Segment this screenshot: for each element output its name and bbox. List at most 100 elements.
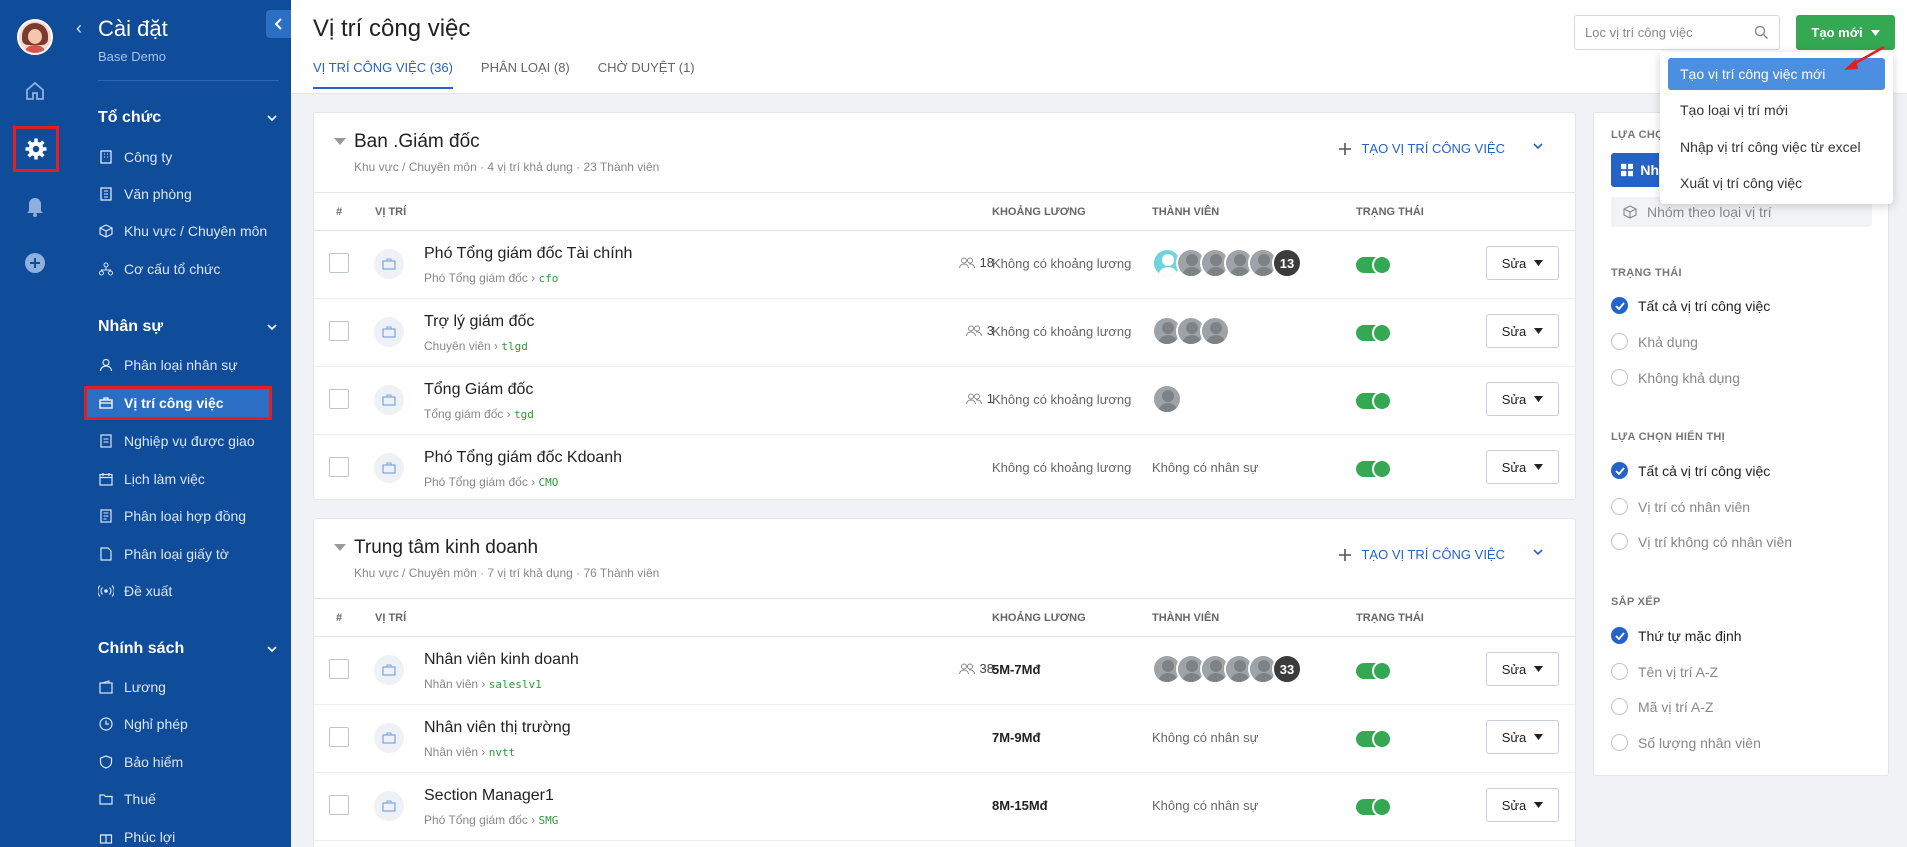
table-header: # VỊ TRÍ KHOẢNG LƯƠNG THÀNH VIÊN TRẠNG T… [314,193,1575,231]
radio-sort-default[interactable]: Thứ tự mặc định [1611,627,1742,644]
collapse-caret-icon[interactable] [334,544,346,552]
radio-sort-code[interactable]: Mã vị trí A-Z [1611,698,1713,715]
collapse-caret-icon[interactable] [334,138,346,146]
menu-item-new-position-type[interactable]: Tạo loại vị trí mới [1668,94,1885,126]
tab-pending[interactable]: CHỜ DUYỆT (1) [598,60,695,89]
back-arrow-icon[interactable]: ‹ [76,18,82,39]
radio-sort-count[interactable]: Số lượng nhân viên [1611,734,1761,751]
chevron-down-icon[interactable] [1533,143,1543,150]
sidebar-item-document-types[interactable]: Phân loại giấy tờ [98,544,229,564]
sidebar-item-staff-types[interactable]: Phân loại nhân sự [98,355,238,375]
sidebar-group-organization[interactable]: Tổ chức [98,109,278,127]
radio-display-without-staff[interactable]: Vị trí không có nhân viên [1611,533,1792,550]
tab-categories[interactable]: PHÂN LOẠI (8) [481,60,570,89]
position-name[interactable]: Trợ lý giám đốc [424,313,534,331]
table-row[interactable]: Section Manager1 Phó Tổng giám đốc › SMG… [314,773,1575,841]
sidebar-item-salary[interactable]: Lương [98,677,166,697]
user-avatar[interactable] [17,19,53,55]
radio-display-all[interactable]: Tất cả vị trí công việc [1611,462,1770,479]
table-row[interactable]: Trợ lý giám đốc Chuyên viên › tlgd 3 Khô… [314,299,1575,367]
member-avatars[interactable] [1152,316,1230,346]
sidebar-item-label: Vị trí công việc [124,395,224,411]
edit-button[interactable]: Sửa [1486,450,1559,484]
tab-job-positions[interactable]: VỊ TRÍ CÔNG VIỆC (36) [313,60,453,89]
status-toggle[interactable] [1356,255,1392,275]
chevron-down-icon[interactable] [1533,549,1543,556]
sidebar-group-hr[interactable]: Nhân sự [98,318,278,336]
table-row[interactable]: Phó Tổng giám đốc Kdoanh Phó Tổng giám đ… [314,435,1575,503]
sidebar-item-region[interactable]: Khu vực / Chuyên môn [98,221,267,241]
radio-status-available[interactable]: Khả dụng [1611,333,1698,350]
table-row[interactable]: Phó Tổng giám đốc Tài chính Phó Tổng giá… [314,231,1575,299]
sidebar-group-policy[interactable]: Chính sách [98,640,278,658]
add-circle-icon[interactable] [22,250,48,276]
position-name[interactable]: Phó Tổng giám đốc Tài chính [424,245,632,263]
edit-button[interactable]: Sửa [1486,382,1559,416]
status-toggle[interactable] [1356,391,1392,411]
collapse-sidebar-button[interactable] [266,10,291,38]
table-row[interactable]: Nhân viên kinh doanh Nhân viên › saleslv… [314,637,1575,705]
sidebar-item-org-structure[interactable]: Cơ cấu tổ chức [98,259,220,279]
menu-item-import-excel[interactable]: Nhập vị trí công việc từ excel [1668,131,1885,163]
sidebar-item-office[interactable]: Văn phòng [98,184,192,204]
sidebar-item-insurance[interactable]: Bảo hiểm [98,752,183,772]
member-avatars[interactable]: 13 [1152,248,1302,278]
view-grid-button[interactable]: Nh [1611,153,1659,187]
position-name[interactable]: Phó Tổng giám đốc Kdoanh [424,449,622,467]
radio-sort-name[interactable]: Tên vị trí A-Z [1611,663,1718,680]
row-checkbox[interactable] [329,253,349,273]
position-name[interactable]: Tổng Giám đốc [424,381,533,399]
position-name[interactable]: Nhân viên thị trường [424,719,571,737]
bell-icon[interactable] [22,193,48,219]
position-parent: Phó Tổng giám đốc › [424,475,536,489]
table-row[interactable]: Tổng Giám đốc Tổng giám đốc › tgd 1 Khôn… [314,367,1575,435]
row-checkbox[interactable] [329,389,349,409]
row-checkbox[interactable] [329,321,349,341]
sidebar-item-benefits[interactable]: Phúc lợi [98,827,175,847]
filter-search-input[interactable]: Lọc vị trí công việc [1574,15,1780,50]
col-salary: KHOẢNG LƯƠNG [992,612,1086,624]
status-toggle[interactable] [1356,459,1392,479]
sidebar-item-label: Lịch làm việc [124,471,205,487]
position-path: Tổng giám đốc › tgd [424,407,534,421]
table-row[interactable]: Nhân viên thị trường Nhân viên › nvtt 7M… [314,705,1575,773]
add-position-button[interactable]: TẠO VỊ TRÍ CÔNG VIỆC [1339,547,1505,562]
position-name[interactable]: Section Manager1 [424,787,554,805]
sidebar-item-proposals[interactable]: Đề xuất [98,581,172,601]
sidebar-item-contract-types[interactable]: Phân loại hợp đồng [98,506,246,526]
menu-item-export[interactable]: Xuất vị trí công việc [1668,167,1885,199]
sidebar-item-schedule[interactable]: Lịch làm việc [98,469,205,489]
settings-gear-icon[interactable] [13,126,59,172]
sidebar-item-company[interactable]: Công ty [98,147,172,167]
edit-label: Sửa [1501,729,1527,745]
users-icon [965,393,982,404]
row-checkbox[interactable] [329,457,349,477]
sidebar-item-tax[interactable]: Thuế [98,789,156,809]
row-checkbox[interactable] [329,659,349,679]
status-toggle[interactable] [1356,797,1392,817]
sidebar-item-label: Bảo hiểm [124,754,184,770]
folder-icon [98,791,114,807]
sidebar-item-leave[interactable]: Nghỉ phép [98,714,188,734]
edit-button[interactable]: Sửa [1486,720,1559,754]
edit-button[interactable]: Sửa [1486,788,1559,822]
edit-button[interactable]: Sửa [1486,652,1559,686]
edit-button[interactable]: Sửa [1486,314,1559,348]
status-toggle[interactable] [1356,729,1392,749]
member-avatars[interactable]: 33 [1152,654,1302,684]
position-name[interactable]: Nhân viên kinh doanh [424,651,579,669]
edit-button[interactable]: Sửa [1486,246,1559,280]
sidebar-item-label: Phân loại nhân sự [124,357,238,373]
radio-status-unavailable[interactable]: Không khả dụng [1611,369,1740,386]
row-checkbox[interactable] [329,795,349,815]
add-position-button[interactable]: TẠO VỊ TRÍ CÔNG VIỆC [1339,141,1505,156]
home-icon[interactable] [22,78,48,104]
radio-status-all[interactable]: Tất cả vị trí công việc [1611,297,1770,314]
sidebar-item-job-positions[interactable]: Vị trí công việc [84,386,272,420]
status-toggle[interactable] [1356,661,1392,681]
member-avatars[interactable] [1152,384,1182,414]
status-toggle[interactable] [1356,323,1392,343]
radio-display-with-staff[interactable]: Vị trí có nhân viên [1611,498,1750,515]
sidebar-item-duties[interactable]: Nghiệp vụ được giao [98,431,255,451]
row-checkbox[interactable] [329,727,349,747]
